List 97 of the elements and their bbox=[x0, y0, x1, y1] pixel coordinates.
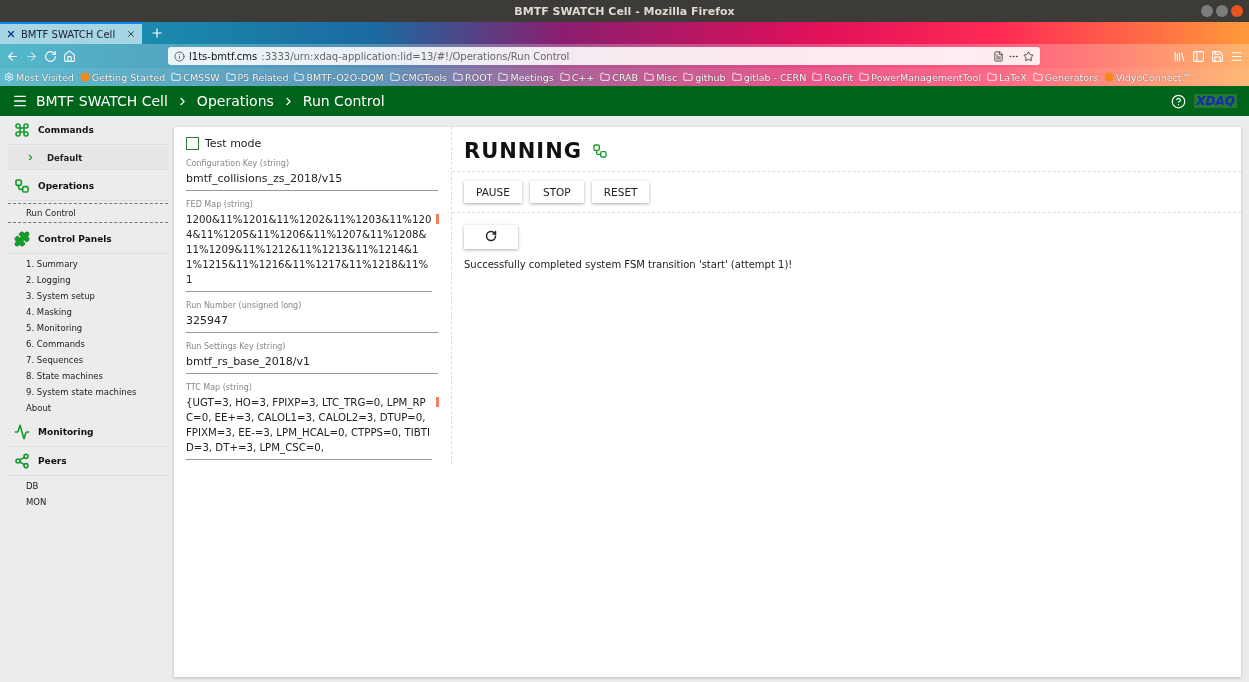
site-icon bbox=[1103, 72, 1114, 82]
input-field[interactable]: bmtf_collisions_zs_2018/v15 bbox=[186, 171, 438, 191]
folder-icon bbox=[559, 72, 570, 82]
chevron-icon bbox=[26, 153, 35, 162]
favicon-icon bbox=[6, 29, 16, 39]
sidebar-section[interactable]: Operations bbox=[8, 172, 168, 201]
bookmark[interactable]: CRAB bbox=[600, 71, 639, 83]
menu-icon[interactable] bbox=[12, 93, 28, 109]
reader-icon[interactable] bbox=[993, 50, 1004, 62]
help-icon[interactable] bbox=[1171, 93, 1187, 109]
sidebar-icon[interactable] bbox=[1192, 49, 1205, 63]
back-icon[interactable] bbox=[6, 49, 19, 63]
new-tab-icon[interactable] bbox=[150, 26, 164, 40]
folder-icon bbox=[1032, 72, 1043, 82]
folder-icon bbox=[600, 72, 611, 82]
scrollbar-thumb[interactable] bbox=[436, 214, 439, 224]
refresh-icon bbox=[485, 230, 497, 242]
transition-button[interactable]: PAUSE bbox=[464, 181, 522, 203]
graph-icon[interactable] bbox=[592, 143, 608, 159]
sidebar-item[interactable]: DB bbox=[8, 478, 168, 494]
info-icon bbox=[174, 50, 185, 62]
pulse-icon bbox=[14, 424, 30, 440]
sidebar-item[interactable]: 8. State machines bbox=[8, 368, 168, 384]
settings-icon bbox=[4, 72, 14, 82]
graph-icon bbox=[14, 178, 30, 194]
minimize-button[interactable] bbox=[1201, 5, 1213, 17]
folder-icon bbox=[731, 72, 742, 82]
input-field[interactable]: 325947 bbox=[186, 313, 438, 333]
test-mode-checkbox[interactable] bbox=[186, 137, 199, 150]
window-title: BMTF SWATCH Cell - Mozilla Firefox bbox=[514, 4, 735, 18]
checkbox-label: Test mode bbox=[205, 137, 262, 150]
site-icon bbox=[79, 72, 90, 82]
field-label: Configuration Key (string) bbox=[186, 159, 291, 168]
close-tab-icon[interactable] bbox=[126, 29, 136, 39]
sidebar-section[interactable]: Control Panels bbox=[8, 225, 168, 254]
folder-icon bbox=[859, 72, 870, 82]
folder-icon bbox=[644, 72, 655, 82]
sidebar-section[interactable]: Peers bbox=[8, 447, 168, 476]
sidebar-item[interactable]: 7. Sequences bbox=[8, 352, 168, 368]
field-label: Run Settings Key (string) bbox=[186, 342, 287, 351]
field-label: TTC Map (string) bbox=[186, 383, 253, 392]
field-label: Run Number (unsigned long) bbox=[186, 301, 303, 310]
sidebar-section[interactable]: Monitoring bbox=[8, 418, 168, 447]
folder-icon bbox=[225, 72, 236, 82]
status-message: Successfully completed system FSM transition 'start' (attempt 1)! bbox=[464, 259, 793, 270]
transition-button[interactable]: RESET bbox=[591, 181, 650, 203]
network-icon bbox=[14, 453, 30, 469]
sidebar-item-label: Default bbox=[47, 153, 83, 163]
breadcrumb[interactable]: Run Control bbox=[302, 93, 385, 109]
sidebar-section[interactable]: Commands bbox=[8, 116, 168, 145]
folder-icon bbox=[683, 72, 694, 82]
run-state: RUNNING bbox=[464, 139, 582, 163]
scrollbar-thumb[interactable] bbox=[436, 397, 439, 407]
forward-icon[interactable] bbox=[25, 49, 38, 63]
sidebar-item[interactable]: MON bbox=[8, 494, 168, 510]
bookmark[interactable]: C++ bbox=[559, 71, 595, 83]
home-icon[interactable] bbox=[63, 49, 76, 63]
breadcrumb[interactable]: Operations bbox=[196, 93, 274, 109]
sidebar-item[interactable]: 1. Summary bbox=[8, 256, 168, 272]
app-title: BMTF SWATCH Cell bbox=[36, 93, 168, 109]
puzzle-icon bbox=[14, 231, 30, 247]
input-field[interactable]: bmtf_rs_base_2018/v1 bbox=[186, 354, 438, 374]
folder-icon bbox=[812, 72, 823, 82]
browser-tab[interactable]: BMTF SWATCH Cell bbox=[0, 22, 142, 44]
bookmark[interactable]: Misc bbox=[644, 71, 678, 83]
bookmark[interactable]: github bbox=[683, 71, 726, 83]
library-icon[interactable] bbox=[1173, 49, 1186, 63]
folder-icon bbox=[987, 72, 998, 82]
star-icon[interactable] bbox=[1023, 50, 1034, 62]
logo: XDAQ bbox=[1194, 94, 1237, 108]
folder-icon bbox=[171, 72, 182, 82]
reload-icon[interactable] bbox=[44, 49, 57, 63]
bookmark[interactable]: Meetings bbox=[498, 71, 554, 83]
command-icon bbox=[14, 122, 30, 138]
sidebar-item[interactable]: 2. Logging bbox=[8, 272, 168, 288]
folder-icon bbox=[498, 72, 509, 82]
address-bar[interactable]: l1ts-bmtf.cms :3333/urn:xdaq-application:lid=13/#!/Operations/Run Control bbox=[168, 47, 1040, 65]
maximize-button[interactable] bbox=[1216, 5, 1228, 17]
folder-icon bbox=[453, 72, 464, 82]
field-label: FED Map (string) bbox=[186, 200, 254, 209]
sidebar-item[interactable]: 4. Masking bbox=[8, 304, 168, 320]
sidebar-item[interactable]: 5. Monitoring bbox=[8, 320, 168, 336]
input-field[interactable]: {UGT=3, HO=3, FPIXP=3, LTC_TRG=0, LPM_RPC=0, EE+=3, CALOL1=3, CALOL2=3, DTUP=0, FPIXM=3, EE-=3, LPM_HCAL=0, CTPPS=0, TIBTID=3, DT+=3, LPM_CSC=0, bbox=[186, 395, 433, 460]
transition-button[interactable]: STOP bbox=[529, 181, 584, 203]
sidebar-item[interactable]: 6. Commands bbox=[8, 336, 168, 352]
sidebar-item[interactable]: Default bbox=[8, 147, 168, 170]
folder-icon bbox=[294, 72, 305, 82]
refresh-button[interactable] bbox=[464, 225, 518, 249]
close-button[interactable] bbox=[1231, 5, 1243, 17]
sidebar-item[interactable]: 3. System setup bbox=[8, 288, 168, 304]
sidebar-item[interactable]: About bbox=[8, 400, 168, 416]
sidebar-item[interactable]: 9. System state machines bbox=[8, 384, 168, 400]
input-field[interactable]: 1200&11%1201&11%1202&11%1203&11%1204&11%1205&11%1206&11%1207&11%1208&11%1209&11%1212&11%1213&11%1214&11%1215&11%1216&11%1217&11%1218&11%1 bbox=[186, 212, 433, 292]
bookmark[interactable]: ROOT bbox=[453, 71, 493, 83]
save-icon[interactable] bbox=[1211, 49, 1224, 63]
folder-icon bbox=[389, 72, 400, 82]
sidebar-item[interactable]: Run Control bbox=[8, 203, 168, 223]
